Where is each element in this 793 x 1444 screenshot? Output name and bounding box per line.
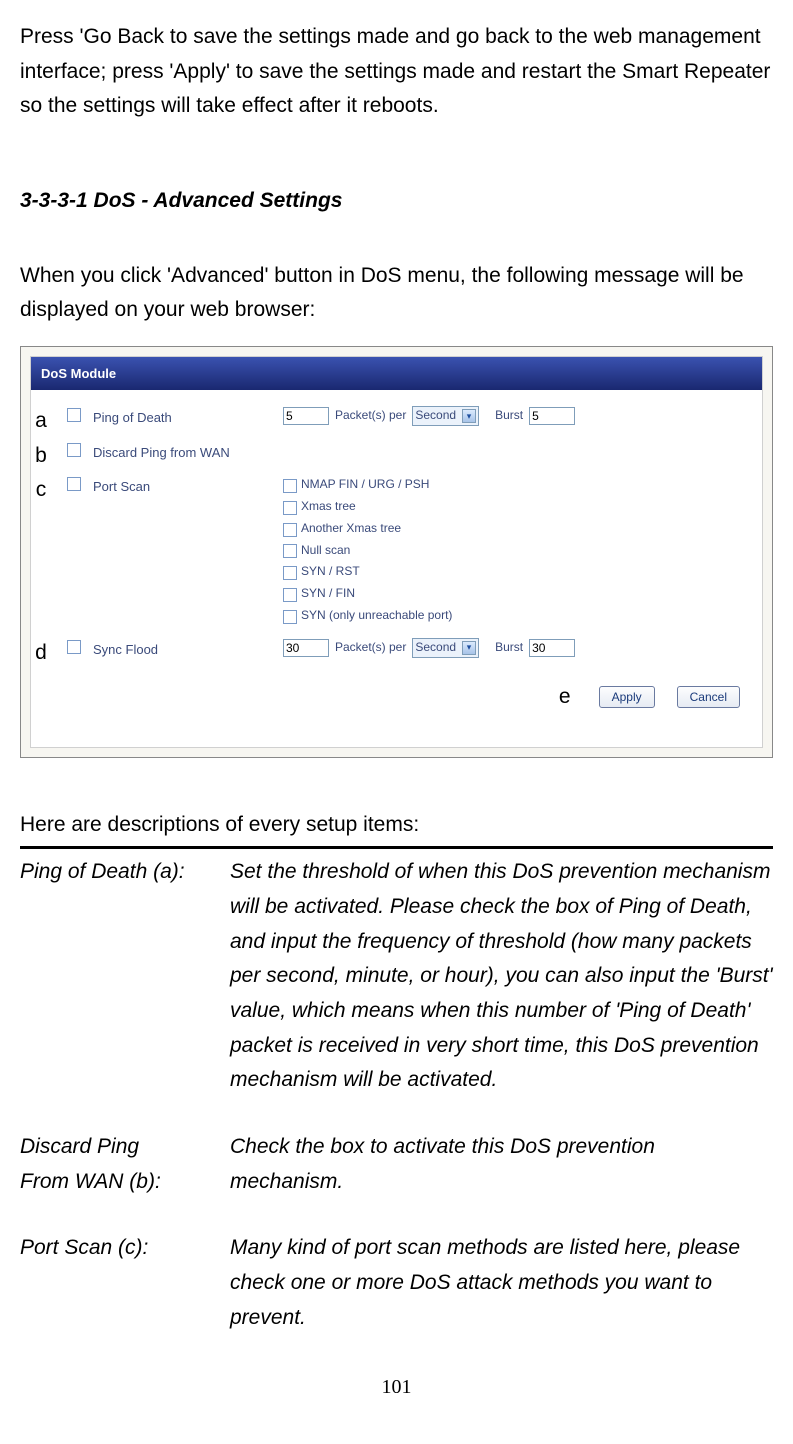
apply-button[interactable]: Apply xyxy=(599,686,655,708)
module-header: DoS Module xyxy=(31,357,762,390)
chevron-down-icon: ▾ xyxy=(462,641,476,655)
dos-module-panel: DoS Module a Ping of Death Packet(s) per… xyxy=(30,356,763,748)
row-port-scan: Port Scan NMAP FIN / URG / PSH Xmas tree… xyxy=(31,469,762,632)
checkbox-ping-of-death[interactable] xyxy=(67,408,81,422)
row-letter-c: c xyxy=(27,473,55,508)
cancel-button[interactable]: Cancel xyxy=(677,686,740,708)
row-letter-e: e xyxy=(559,680,571,715)
scan-label-0: NMAP FIN / URG / PSH xyxy=(301,475,429,495)
descriptions-divider xyxy=(20,846,773,849)
checkbox-scan-6[interactable] xyxy=(283,610,297,624)
label-ping-of-death: Ping of Death xyxy=(93,406,283,428)
burst-label-d: Burst xyxy=(495,638,523,658)
row-letter-d: d xyxy=(27,636,55,671)
row-letter-a: a xyxy=(27,404,55,439)
button-row: e Apply Cancel xyxy=(31,666,762,727)
intro-paragraph: Press 'Go Back to save the settings made… xyxy=(20,20,773,124)
select-unit-d[interactable]: Second ▾ xyxy=(412,638,479,658)
label-discard-ping: Discard Ping from WAN xyxy=(93,441,283,463)
checkbox-sync-flood[interactable] xyxy=(67,640,81,654)
descriptions-intro: Here are descriptions of every setup ite… xyxy=(20,808,773,843)
scan-label-4: SYN / RST xyxy=(301,562,360,582)
desc-label-c: Port Scan (c): xyxy=(20,1231,230,1266)
label-sync-flood: Sync Flood xyxy=(93,638,283,660)
desc-text-c: Many kind of port scan methods are liste… xyxy=(230,1231,773,1335)
input-sync-burst[interactable] xyxy=(529,639,575,657)
scan-label-2: Another Xmas tree xyxy=(301,519,401,539)
sub-paragraph: When you click 'Advanced' button in DoS … xyxy=(20,259,773,328)
row-sync-flood: Sync Flood Packet(s) per Second ▾ Burst xyxy=(31,632,762,666)
checkbox-scan-1[interactable] xyxy=(283,501,297,515)
page-number: 101 xyxy=(20,1371,773,1404)
checkbox-scan-3[interactable] xyxy=(283,544,297,558)
label-port-scan: Port Scan xyxy=(93,475,283,497)
text-packets-per-d: Packet(s) per xyxy=(335,638,406,658)
checkbox-port-scan[interactable] xyxy=(67,477,81,491)
row-letter-b: b xyxy=(27,439,55,474)
module-body: a Ping of Death Packet(s) per Second ▾ B… xyxy=(31,390,762,747)
scan-label-1: Xmas tree xyxy=(301,497,356,517)
input-ping-burst[interactable] xyxy=(529,407,575,425)
select-unit-d-value: Second xyxy=(415,638,456,658)
checkbox-scan-5[interactable] xyxy=(283,588,297,602)
checkbox-discard-ping[interactable] xyxy=(67,443,81,457)
section-heading: 3-3-3-1 DoS - Advanced Settings xyxy=(20,184,773,219)
desc-text-a: Set the threshold of when this DoS preve… xyxy=(230,855,773,1097)
desc-label-a: Ping of Death (a): xyxy=(20,855,230,890)
input-ping-packets[interactable] xyxy=(283,407,329,425)
desc-label-b: Discard Ping From WAN (b): xyxy=(20,1130,230,1199)
checkbox-scan-0[interactable] xyxy=(283,479,297,493)
burst-label-a: Burst xyxy=(495,406,523,426)
dos-module-screenshot: DoS Module a Ping of Death Packet(s) per… xyxy=(20,346,773,758)
select-unit-a[interactable]: Second ▾ xyxy=(412,406,479,426)
chevron-down-icon: ▾ xyxy=(462,409,476,423)
select-unit-a-value: Second xyxy=(415,406,456,426)
desc-row-a: Ping of Death (a): Set the threshold of … xyxy=(20,855,773,1097)
desc-row-b: Discard Ping From WAN (b): Check the box… xyxy=(20,1130,773,1199)
desc-row-c: Port Scan (c): Many kind of port scan me… xyxy=(20,1231,773,1335)
checkbox-scan-4[interactable] xyxy=(283,566,297,580)
checkbox-scan-2[interactable] xyxy=(283,523,297,537)
desc-text-b: Check the box to activate this DoS preve… xyxy=(230,1130,773,1199)
scan-label-5: SYN / FIN xyxy=(301,584,355,604)
scan-label-6: SYN (only unreachable port) xyxy=(301,606,452,626)
port-scan-list: NMAP FIN / URG / PSH Xmas tree Another X… xyxy=(283,475,452,626)
scan-label-3: Null scan xyxy=(301,541,350,561)
input-sync-packets[interactable] xyxy=(283,639,329,657)
text-packets-per-a: Packet(s) per xyxy=(335,406,406,426)
row-discard-ping: Discard Ping from WAN xyxy=(31,435,762,469)
row-ping-of-death: Ping of Death Packet(s) per Second ▾ Bur… xyxy=(31,400,762,434)
